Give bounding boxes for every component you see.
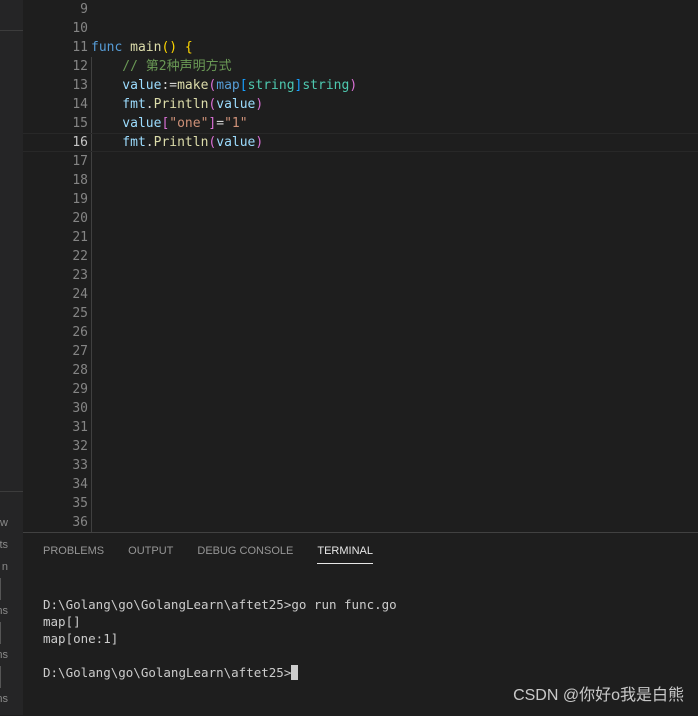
tree-indent-guide [0,666,1,688]
code-line[interactable]: 19 [23,190,698,209]
code-line[interactable]: 18 [23,171,698,190]
line-number: 18 [72,173,88,188]
code-line[interactable]: 15 value["one"]="1" [23,114,698,133]
code-line[interactable]: 10 [23,19,698,38]
code-line[interactable]: 20 [23,209,698,228]
code-line[interactable]: 21 [23,228,698,247]
terminal-prompt: D:\Golang\go\GolangLearn\aftet25> [43,665,292,680]
line-number: 29 [72,382,88,397]
code-editor[interactable]: 9 10 11 func main() {12 // 第2种声明方式 13 value:… [23,0,698,532]
line-number: 33 [72,458,88,473]
line-number: 21 [72,230,88,245]
line-number: 11 [72,40,88,55]
tab-terminal[interactable]: TERMINAL [317,545,373,564]
code-line[interactable]: 30 [23,399,698,418]
code-text: fmt.Println(value) [91,135,264,150]
code-line[interactable]: 16 fmt.Println(value) [23,133,698,152]
code-line[interactable]: 33 [23,456,698,475]
terminal-output-line: map[one:1] [43,631,119,646]
line-number: 31 [72,420,88,435]
tab-problems[interactable]: PROBLEMS [43,545,104,564]
tree-indent-guide [0,578,1,600]
line-number: 30 [72,401,88,416]
line-number: 32 [72,439,88,454]
line-number: 9 [80,2,88,17]
line-number: 25 [72,306,88,321]
line-number: 13 [72,78,88,93]
code-text: value:=make(map[string]string) [91,78,358,93]
code-text: fmt.Println(value) [91,97,264,112]
code-line[interactable]: 25 [23,304,698,323]
code-line[interactable]: 23 [23,266,698,285]
line-number: 35 [72,496,88,511]
sidebar-item-fragment[interactable]: w [0,517,8,529]
watermark: CSDN @你好o我是白熊 [513,687,684,704]
side-bar: w ts n ns ns ns [0,0,23,715]
line-number: 19 [72,192,88,207]
line-number: 20 [72,211,88,226]
code-line[interactable]: 26 [23,323,698,342]
code-line[interactable]: 31 [23,418,698,437]
code-text: func main() { [91,40,193,55]
sidebar-item-fragment[interactable]: ns [0,649,8,661]
terminal-command-line: D:\Golang\go\GolangLearn\aftet25>go run … [43,597,397,612]
tab-output[interactable]: OUTPUT [128,545,173,564]
line-number: 12 [72,59,88,74]
line-number: 24 [72,287,88,302]
line-number: 17 [72,154,88,169]
code-line[interactable]: 24 [23,285,698,304]
code-line[interactable]: 13 value:=make(map[string]string) [23,76,698,95]
sidebar-item-fragment[interactable]: ns [0,605,8,617]
line-number: 23 [72,268,88,283]
terminal-cursor [291,665,299,680]
code-line[interactable]: 14 fmt.Println(value) [23,95,698,114]
line-number: 14 [72,97,88,112]
code-line[interactable]: 29 [23,380,698,399]
code-line[interactable]: 17 [23,152,698,171]
panel-tabs: PROBLEMS OUTPUT DEBUG CONSOLE TERMINAL [43,545,373,564]
code-line[interactable]: 22 [23,247,698,266]
code-line[interactable]: 12 // 第2种声明方式 [23,57,698,76]
line-number: 10 [72,21,88,36]
code-line[interactable]: 28 [23,361,698,380]
line-number: 28 [72,363,88,378]
code-line[interactable]: 27 [23,342,698,361]
code-line[interactable]: 35 [23,494,698,513]
code-text: value["one"]="1" [91,116,248,131]
divider [0,491,23,492]
code-line[interactable]: 9 [23,0,698,19]
terminal-output-line: map[] [43,614,81,629]
line-number: 16 [72,135,88,150]
line-number: 36 [72,515,88,530]
code-text: // 第2种声明方式 [91,59,232,74]
line-number: 22 [72,249,88,264]
line-number: 26 [72,325,88,340]
line-number: 15 [72,116,88,131]
terminal-output[interactable]: D:\Golang\go\GolangLearn\aftet25>go run … [43,596,397,681]
tab-debug-console[interactable]: DEBUG CONSOLE [197,545,293,564]
code-line[interactable]: 32 [23,437,698,456]
sidebar-item-fragment[interactable]: n [2,561,8,573]
sidebar-item-fragment[interactable]: ns [0,693,8,705]
tree-indent-guide [0,622,1,644]
divider [0,30,23,31]
code-line[interactable]: 36 [23,513,698,532]
line-number: 34 [72,477,88,492]
line-number: 27 [72,344,88,359]
code-line[interactable]: 11 func main() { [23,38,698,57]
sidebar-item-fragment[interactable]: ts [0,539,8,551]
code-line[interactable]: 34 [23,475,698,494]
